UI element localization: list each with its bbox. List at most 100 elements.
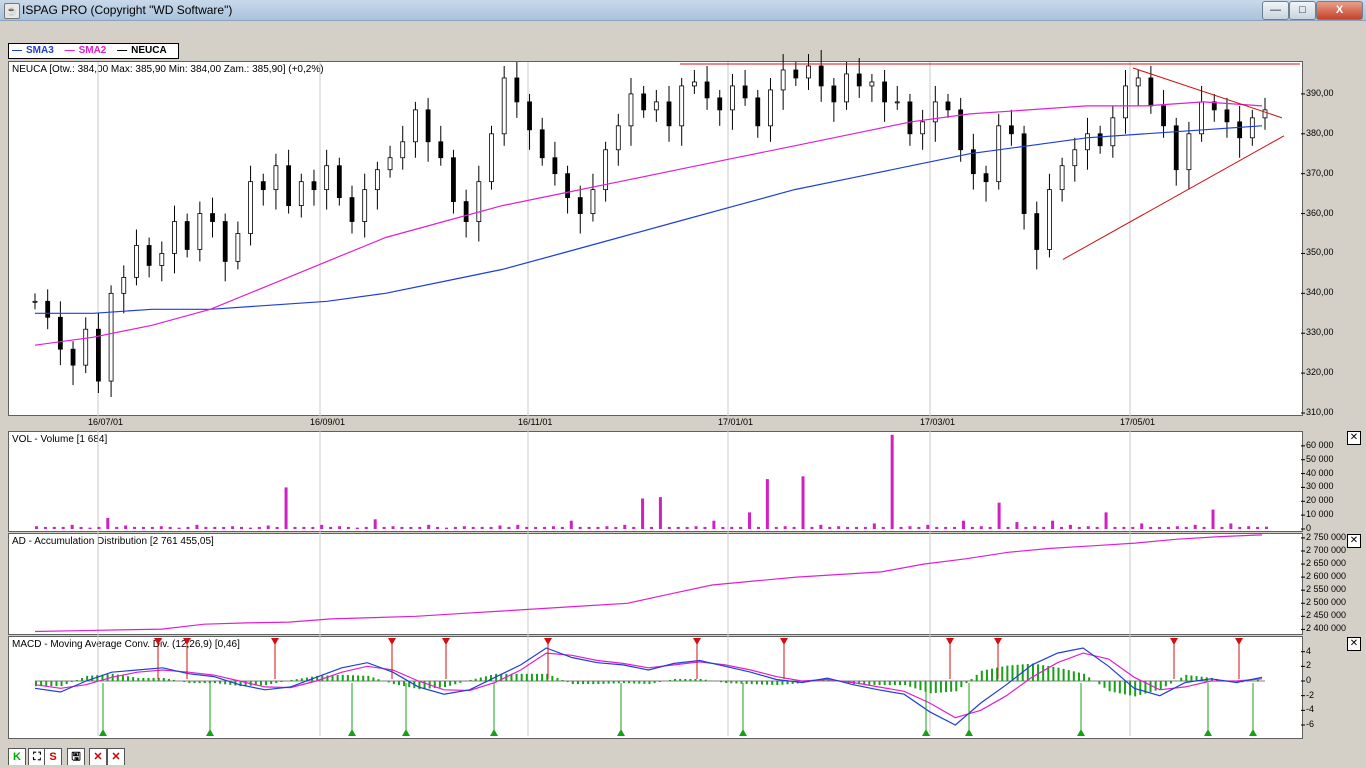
macd-histogram-bar [60,681,63,687]
candle-body [615,125,621,151]
macd-histogram-bar [909,681,912,687]
macd-histogram-bar [587,681,590,685]
macd-histogram-bar [873,681,876,685]
sma3-line [35,125,1263,314]
toolbar-k-button[interactable]: K [8,748,26,766]
sell-signal-marker [693,638,701,645]
candle-body [1059,165,1065,191]
volume-bar [872,523,876,529]
volume-bar [1220,526,1224,529]
toolbar-delete-button[interactable]: ✕ [89,748,107,766]
macd-histogram-bar [571,681,574,685]
candle-body [349,197,355,222]
volume-bar [266,525,270,529]
volume-bar [1229,523,1233,529]
macd-histogram-bar [198,681,201,684]
volume-bar [1113,526,1117,529]
macd-histogram-bar [454,681,457,685]
volume-bar [391,526,395,529]
macd-histogram-bar [1103,681,1106,688]
volume-bar [979,526,983,529]
volume-bar [739,526,743,529]
volume-bar [400,526,404,529]
toolbar-delete-all-button[interactable]: ✕ [107,748,125,766]
volume-bar [1015,522,1019,529]
macd-histogram-bar [346,675,349,681]
candle-body [514,77,520,103]
candle-body [1085,133,1090,151]
candle-body [413,109,418,143]
candle-body [336,165,342,199]
macd-histogram-bar [980,670,983,681]
candle-body [552,157,558,175]
macd-histogram-bar [679,678,682,681]
volume-bar [765,479,769,529]
macd-histogram-bar [725,681,728,684]
macd-histogram-bar [929,681,932,694]
macd-histogram-bar [1057,667,1060,681]
macd-histogram-bar [270,681,273,685]
volume-bar [355,527,359,529]
candle-body [742,85,748,99]
candle-body [983,173,989,183]
macd-histogram-bar [602,681,605,684]
macd-histogram-bar [720,681,723,683]
macd-histogram-bar [188,681,191,684]
candle-body [641,93,647,111]
macd-histogram-bar [341,674,344,681]
candle-body [489,133,494,183]
volume-bar [1265,526,1268,529]
macd-histogram-bar [1031,663,1034,681]
macd-histogram-bar [607,681,610,684]
macd-histogram-bar [699,678,702,681]
macd-histogram-bar [449,681,452,686]
volume-bar [560,526,564,529]
volume-bar [748,512,752,529]
macd-histogram-bar [362,675,365,681]
volume-bar [124,525,128,529]
volume-bar [685,526,689,529]
buy-signal-marker [922,729,930,736]
candle-body [704,81,710,99]
volume-bar [204,526,208,529]
sell-signal-marker [442,638,450,645]
macd-signal-line [34,652,1263,719]
volume-bar [970,526,974,529]
candle-body [1199,101,1204,135]
toolbar-s-button[interactable]: S [44,748,62,766]
ad-line [34,534,1263,633]
toolbar-print-button[interactable]: 🖫 [67,748,85,766]
volume-bar [658,497,662,529]
macd-histogram-bar [1026,663,1029,681]
volume-bar [418,526,422,529]
macd-histogram-bar [351,675,354,681]
candle-body [286,165,292,206]
volume-bar [1086,526,1090,529]
volume-bar [436,526,440,529]
candle-body [856,73,862,87]
volume-bar [445,527,448,529]
macd-histogram-bar [387,681,390,683]
volume-bar [792,526,796,529]
volume-bar [1238,526,1242,529]
candle-body [1008,125,1014,135]
macd-histogram-bar [147,677,150,681]
candle-body [1097,133,1103,147]
macd-histogram-bar [295,679,298,681]
volume-bar [730,526,734,529]
triangle-upper-line [1132,67,1283,119]
volume-bar [1175,526,1179,529]
volume-bar [551,526,555,529]
macd-histogram-bar [1118,681,1121,694]
volume-bar [828,526,832,529]
macd-histogram-bar [576,681,579,685]
volume-bar [783,526,787,529]
volume-bar [240,526,243,529]
volume-bar [489,526,493,529]
sell-signal-marker [271,638,279,645]
macd-histogram-bar [1164,681,1167,687]
candle-body [628,93,634,127]
macd-histogram-bar [674,678,677,681]
macd-histogram-bar [633,681,636,684]
volume-bar [569,520,573,529]
